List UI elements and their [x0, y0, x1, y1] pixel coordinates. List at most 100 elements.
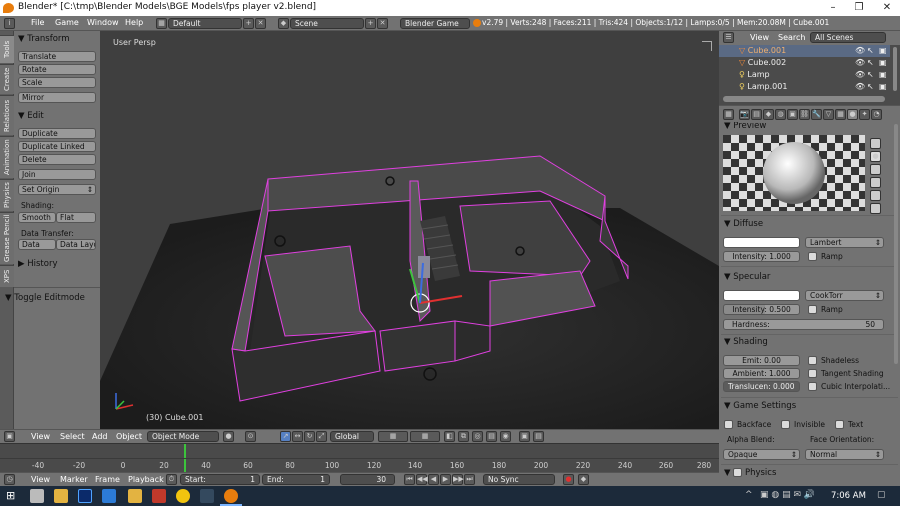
tab-physics[interactable]: Physics — [0, 179, 14, 211]
history-panel-header[interactable]: ▶ History — [18, 259, 58, 269]
delete-button[interactable]: Delete — [18, 154, 96, 165]
record-icon[interactable]: ● — [563, 474, 574, 485]
display-filter-dropdown[interactable]: All Scenes — [810, 32, 886, 43]
data-button[interactable]: Data — [18, 239, 56, 250]
selectable-arrow-icon[interactable]: ↖ — [867, 81, 874, 93]
task-view-icon[interactable] — [30, 489, 44, 503]
preview-sphere-icon[interactable]: ● — [870, 151, 881, 162]
emit-field[interactable]: Emit: 0.00 — [723, 355, 800, 366]
visibility-eye-icon[interactable]: 👁 — [855, 45, 865, 57]
menu-add[interactable]: Add — [92, 432, 108, 441]
mode-dropdown[interactable]: Object Mode — [147, 431, 219, 442]
jump-start-icon[interactable]: ⏮ — [404, 474, 415, 485]
outliner-item-cube001[interactable]: ▽ Cube.001 👁 ↖ ▣ — [719, 45, 890, 57]
specular-panel-header[interactable]: ▼ Specular — [724, 272, 770, 282]
render-tab-icon[interactable]: 📷 — [739, 109, 750, 120]
maximize-button[interactable]: ❐ — [846, 0, 872, 16]
diffuse-color-swatch[interactable] — [723, 237, 800, 248]
tab-tools[interactable]: Tools — [0, 35, 14, 63]
editor-type-icon[interactable]: i — [4, 18, 15, 29]
smooth-button[interactable]: Smooth — [18, 212, 56, 223]
physics-panel-header[interactable]: ▼ Physics — [724, 468, 776, 478]
add-layout-icon[interactable]: + — [243, 18, 254, 29]
modifiers-tab-icon[interactable]: 🔧 — [811, 109, 822, 120]
tab-create[interactable]: Create — [0, 64, 14, 94]
render-animation-icon[interactable]: ▤ — [533, 431, 544, 442]
jump-keyframe-back-icon[interactable]: ◀◀ — [416, 474, 428, 485]
layers-grid-icon[interactable]: ▦ — [410, 431, 440, 442]
world-tab-icon[interactable]: ◍ — [775, 109, 786, 120]
remove-scene-icon[interactable]: ✕ — [377, 18, 388, 29]
editor-type-icon[interactable]: ◷ — [4, 474, 15, 485]
invisible-checkbox[interactable] — [781, 420, 790, 429]
play-icon[interactable]: ▶ — [440, 474, 451, 485]
shading-panel-header[interactable]: ▼ Shading — [724, 337, 768, 347]
particles-tab-icon[interactable]: ✦ — [859, 109, 870, 120]
photoshop-icon[interactable] — [78, 489, 92, 503]
render-camera-icon[interactable]: ▣ — [879, 81, 887, 93]
end-frame-field[interactable]: End: 1 — [262, 474, 330, 485]
chrome-icon[interactable] — [176, 489, 190, 503]
shading-mode-icon[interactable]: ● — [223, 431, 234, 442]
render-camera-icon[interactable]: ▣ — [879, 45, 887, 57]
start-frame-field[interactable]: Start: 1 — [180, 474, 260, 485]
windows-start-icon[interactable]: ⊞ — [6, 489, 20, 503]
visibility-eye-icon[interactable]: 👁 — [855, 69, 865, 81]
scene-dropdown[interactable]: Scene — [290, 18, 364, 29]
object-tab-icon[interactable]: ▣ — [787, 109, 798, 120]
menu-select[interactable]: Select — [60, 432, 85, 441]
toggle-editmode-header[interactable]: ▼ Toggle Editmode — [5, 293, 85, 303]
preview-range-icon[interactable]: ⏱ — [166, 474, 177, 485]
menu-playback[interactable]: Playback — [128, 475, 164, 484]
app-icon[interactable] — [102, 489, 116, 503]
vertical-scrollbar[interactable] — [893, 47, 897, 91]
specular-color-swatch[interactable] — [723, 290, 800, 301]
translate-button[interactable]: Translate — [18, 51, 96, 62]
selectable-arrow-icon[interactable]: ↖ — [867, 69, 874, 81]
menu-marker[interactable]: Marker — [60, 475, 88, 484]
proportional-edit-icon[interactable]: ◎ — [472, 431, 483, 442]
diffuse-panel-header[interactable]: ▼ Diffuse — [724, 219, 763, 229]
data-layout-button[interactable]: Data Layo — [56, 239, 96, 250]
selectable-arrow-icon[interactable]: ↖ — [867, 45, 874, 57]
cubic-interpolation-checkbox[interactable] — [808, 382, 817, 391]
duplicate-button[interactable]: Duplicate — [18, 128, 96, 139]
menu-file[interactable]: File — [31, 18, 44, 27]
notifications-icon[interactable]: ▢ — [877, 490, 886, 500]
rotate-button[interactable]: Rotate — [18, 64, 96, 75]
taskbar-clock[interactable]: 7:06 AM — [831, 491, 866, 501]
jump-keyframe-forward-icon[interactable]: ▶▶ — [452, 474, 464, 485]
diffuse-ramp-checkbox[interactable] — [808, 252, 817, 261]
texture-tab-icon[interactable]: ▦ — [835, 109, 846, 120]
translucency-field[interactable]: Translucen: 0.000 — [723, 381, 800, 392]
mirror-button[interactable]: Mirror — [18, 92, 96, 103]
menu-help[interactable]: Help — [125, 18, 143, 27]
close-button[interactable]: ✕ — [874, 0, 900, 16]
physics-tab-icon[interactable]: ◔ — [871, 109, 882, 120]
scale-manipulator-icon[interactable]: ⤢ — [316, 431, 327, 442]
folder-icon[interactable] — [128, 489, 142, 503]
preview-monkey-icon[interactable]: ☺ — [870, 177, 881, 188]
timeline[interactable]: -40 -20 0 20 40 60 80 100 120 140 160 18… — [0, 443, 719, 473]
app-icon[interactable] — [200, 489, 214, 503]
keying-set-icon[interactable]: ◆ — [578, 474, 589, 485]
render-preview-icon[interactable]: ▣ — [519, 431, 530, 442]
constraints-tab-icon[interactable]: ⛓ — [799, 109, 810, 120]
outliner-item-lamp001[interactable]: ♀ Lamp.001 👁 ↖ ▣ — [719, 81, 890, 93]
edit-panel-header[interactable]: ▼ Edit — [18, 111, 44, 121]
text-checkbox[interactable] — [835, 420, 844, 429]
outliner-item-cube002[interactable]: ▽ Cube.002 👁 ↖ ▣ — [719, 57, 890, 69]
hardness-field[interactable]: Hardness: 50 — [723, 319, 884, 330]
scene-tab-icon[interactable]: ◆ — [763, 109, 774, 120]
tray-icons[interactable]: ▣ ◍ ▤ ✉ 🔊 — [760, 490, 815, 500]
specular-ramp-checkbox[interactable] — [808, 305, 817, 314]
data-tab-icon[interactable]: ▽ — [823, 109, 834, 120]
diffuse-shader-dropdown[interactable]: Lambert ⇕ — [805, 237, 884, 248]
editor-type-icon[interactable]: ▦ — [723, 109, 734, 120]
alpha-blend-dropdown[interactable]: Opaque ⇕ — [723, 449, 800, 460]
layers-grid-icon[interactable]: ▦ — [378, 431, 408, 442]
scale-button[interactable]: Scale — [18, 77, 96, 88]
layer-lock-icon[interactable]: ◧ — [444, 431, 455, 442]
menu-window[interactable]: Window — [87, 18, 119, 27]
sync-mode-dropdown[interactable]: No Sync — [483, 474, 555, 485]
